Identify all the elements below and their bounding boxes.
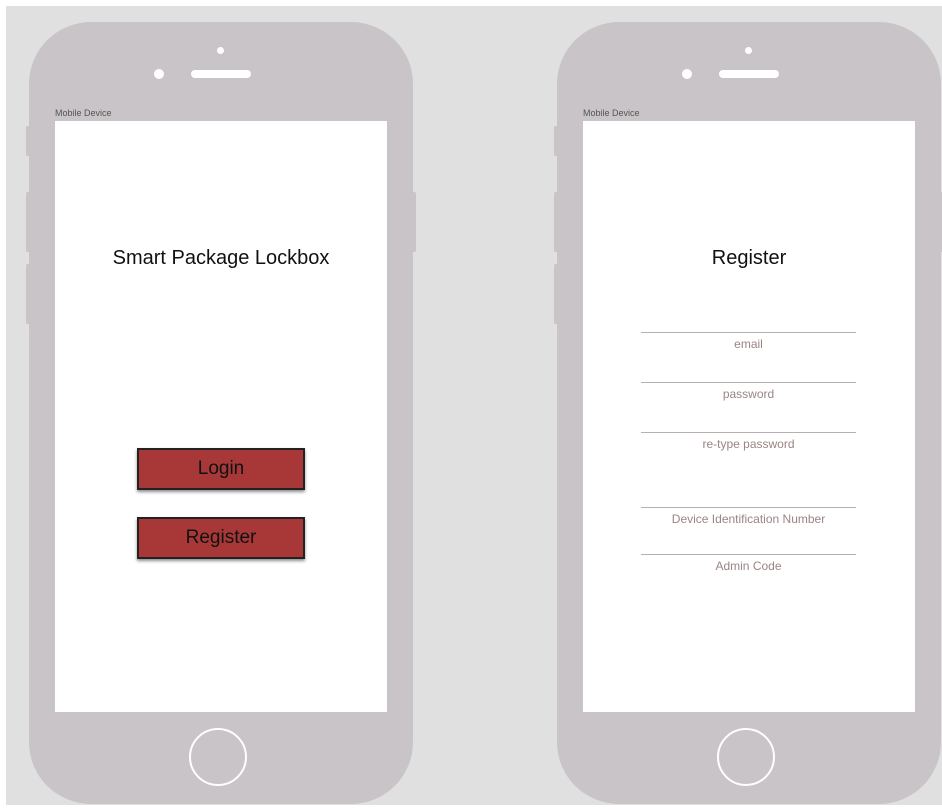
sensor-icon xyxy=(682,69,692,79)
phone-frame-home: Mobile Device Smart Package Lockbox Logi… xyxy=(26,22,416,804)
device-id-placeholder: Device Identification Number xyxy=(671,512,826,526)
admin-code-placeholder: Admin Code xyxy=(715,559,782,573)
phone-side-button xyxy=(554,126,560,156)
register-title: Register xyxy=(711,247,787,269)
phone-side-button xyxy=(938,192,942,252)
phone-side-button xyxy=(26,264,32,324)
speaker-icon xyxy=(191,70,251,78)
phone-side-button xyxy=(26,126,32,156)
home-button-icon[interactable] xyxy=(189,728,247,786)
device-id-field[interactable]: Device Identification Number xyxy=(641,507,856,526)
device-label: Mobile Device xyxy=(55,108,112,118)
speaker-icon xyxy=(719,70,779,78)
email-placeholder: email xyxy=(734,337,763,351)
home-button-icon[interactable] xyxy=(717,728,775,786)
retype-password-field[interactable]: re-type password xyxy=(641,432,856,451)
register-screen: Register email password re-type password… xyxy=(583,121,915,712)
sensor-icon xyxy=(154,69,164,79)
front-camera-icon xyxy=(217,47,224,54)
device-label: Mobile Device xyxy=(583,108,640,118)
phone-frame-register: Mobile Device Register email password re… xyxy=(554,22,942,804)
wireframe-canvas: Mobile Device Smart Package Lockbox Logi… xyxy=(6,6,942,805)
phone-side-button xyxy=(26,192,32,252)
phone-side-button xyxy=(410,192,416,252)
email-field[interactable]: email xyxy=(641,332,856,351)
front-camera-icon xyxy=(745,47,752,54)
password-placeholder: password xyxy=(722,387,775,401)
phone-side-button xyxy=(554,264,560,324)
app-title: Smart Package Lockbox xyxy=(112,247,330,269)
register-button[interactable]: Register xyxy=(137,517,305,559)
home-screen: Smart Package Lockbox Login Register xyxy=(55,121,387,712)
login-button[interactable]: Login xyxy=(137,448,305,490)
admin-code-field[interactable]: Admin Code xyxy=(641,554,856,573)
password-field[interactable]: password xyxy=(641,382,856,401)
phone-side-button xyxy=(554,192,560,252)
retype-password-placeholder: re-type password xyxy=(702,437,795,451)
